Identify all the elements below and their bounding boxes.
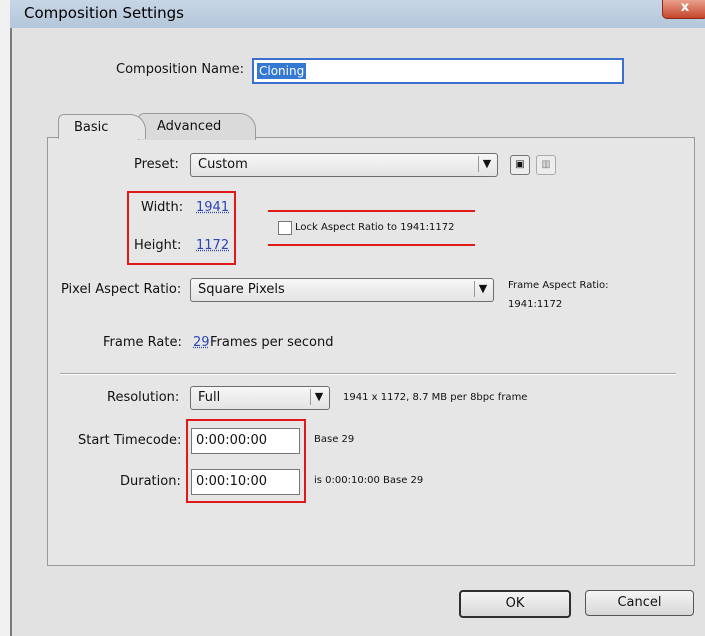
title-bar: Composition Settings x [10,0,705,28]
annotation-box-timecodes [186,419,306,503]
preset-value: Custom [198,157,248,172]
start-timecode-label: Start Timecode: [78,433,182,448]
tab-basic-label: Basic [74,120,109,135]
resolution-info: 1941 x 1172, 8.7 MB per 8bpc frame [343,392,528,403]
ok-button[interactable]: OK [459,590,571,618]
lock-aspect-checkbox[interactable] [278,221,292,235]
pixel-aspect-label: Pixel Aspect Ratio: [61,282,182,297]
tab-advanced-label: Advanced [157,119,222,134]
chevron-down-icon: ▼ [474,281,491,297]
save-preset-icon[interactable]: ▣ [510,155,530,175]
annotation-line-bottom [268,244,475,246]
chevron-down-icon: ▼ [310,389,327,405]
tab-basic[interactable]: Basic [58,114,146,139]
pixel-aspect-value: Square Pixels [198,282,285,297]
frame-rate-label: Frame Rate: [103,335,182,350]
cancel-button[interactable]: Cancel [585,590,694,616]
resolution-label: Resolution: [107,390,180,405]
preset-dropdown[interactable]: Custom ▼ [190,153,498,177]
frame-rate-unit: Frames per second [210,335,334,350]
tab-advanced[interactable]: Advanced [138,113,256,140]
duration-info: is 0:00:10:00 Base 29 [314,475,424,486]
annotation-box-dimensions [127,191,236,265]
resolution-value: Full [198,390,221,405]
background-strip [0,0,10,636]
resolution-dropdown[interactable]: Full ▼ [190,386,330,410]
chevron-down-icon: ▼ [478,156,495,172]
frame-rate-value[interactable]: 29 [193,335,210,350]
composition-name-value: Cloning [257,63,307,79]
start-timecode-info: Base 29 [314,434,355,445]
composition-name-label: Composition Name: [116,62,245,77]
annotation-line-top [268,210,475,212]
section-divider [60,373,676,375]
preset-label: Preset: [134,157,179,172]
pixel-aspect-dropdown[interactable]: Square Pixels ▼ [190,278,494,302]
window-title: Composition Settings [24,4,184,22]
close-button[interactable]: x [662,0,705,19]
trash-icon[interactable]: ▥ [536,155,556,175]
lock-aspect-label: Lock Aspect Ratio to 1941:1172 [295,222,455,233]
frame-aspect-value: 1941:1172 [508,299,563,310]
frame-aspect-label: Frame Aspect Ratio: [508,280,609,291]
duration-label: Duration: [120,474,181,489]
composition-name-input[interactable]: Cloning [252,58,624,84]
